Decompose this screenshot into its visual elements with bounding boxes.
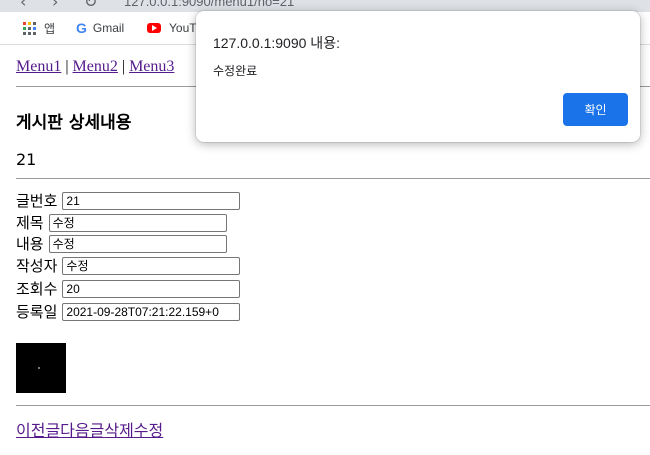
address-bar[interactable]: 127.0.0.1:9090/menu1/no=21 [124, 0, 294, 9]
bookmark-label: 앱 [44, 21, 56, 36]
form-row-no: 글번호 [16, 190, 241, 211]
attached-image [16, 343, 66, 393]
menu-link-3[interactable]: Menu3 [129, 58, 174, 75]
forward-icon[interactable]: › [52, 0, 58, 11]
divider [16, 405, 650, 406]
dialog-message: 수정완료 [213, 64, 258, 78]
post-number: 21 [16, 150, 37, 169]
google-icon: G [76, 20, 87, 36]
top-menu: Menu1 | Menu2 | Menu3 [16, 58, 174, 76]
field-label: 등록일 [16, 303, 58, 321]
field-label: 글번호 [16, 192, 58, 210]
post-no-field[interactable] [62, 191, 241, 210]
menu-separator: | [65, 58, 69, 75]
dialog-origin: 127.0.0.1:9090 내용: [213, 35, 340, 51]
field-label: 내용 [16, 235, 44, 253]
bookmark-label: Gmail [92, 21, 125, 35]
menu-separator: | [121, 58, 126, 75]
title-field[interactable] [48, 213, 227, 232]
bookmark-apps[interactable]: 앱 [23, 19, 55, 37]
form-row-title: 제목 [16, 212, 227, 233]
regdate-field[interactable] [62, 302, 241, 321]
apps-grid-icon [23, 21, 36, 35]
menu-link-2[interactable]: Menu2 [73, 58, 118, 75]
form-row-content: 내용 [16, 233, 227, 254]
menu-link-1[interactable]: Menu1 [16, 58, 61, 75]
bookmark-youtube[interactable]: YouT [147, 19, 197, 37]
form-row-writer: 작성자 [16, 255, 241, 276]
views-field[interactable] [62, 279, 241, 298]
form-row-date: 등록일 [16, 301, 241, 322]
page-title: 게시판 상세내용 [16, 113, 132, 133]
youtube-icon [147, 23, 161, 33]
back-icon[interactable]: ‹ [20, 0, 26, 11]
field-label: 작성자 [16, 257, 58, 275]
edit-link[interactable]: 수정 [134, 421, 163, 440]
next-post-link[interactable]: 다음글 [60, 421, 104, 440]
ok-button[interactable]: 확인 [563, 93, 628, 126]
bookmark-label: YouT [169, 21, 197, 35]
prev-post-link[interactable]: 이전글 [16, 421, 60, 440]
field-label: 제목 [16, 214, 44, 232]
writer-field[interactable] [62, 256, 241, 275]
reload-icon[interactable]: ↻ [84, 0, 97, 11]
field-label: 조회수 [16, 280, 58, 298]
alert-dialog: 127.0.0.1:9090 내용: 수정완료 확인 [196, 11, 640, 142]
content-field[interactable] [48, 234, 227, 253]
form-row-views: 조회수 [16, 278, 241, 299]
bookmark-gmail[interactable]: G Gmail [76, 19, 124, 37]
delete-link[interactable]: 삭제 [104, 421, 133, 440]
divider [16, 178, 650, 179]
post-actions: 이전글다음글삭제수정 [16, 417, 163, 441]
